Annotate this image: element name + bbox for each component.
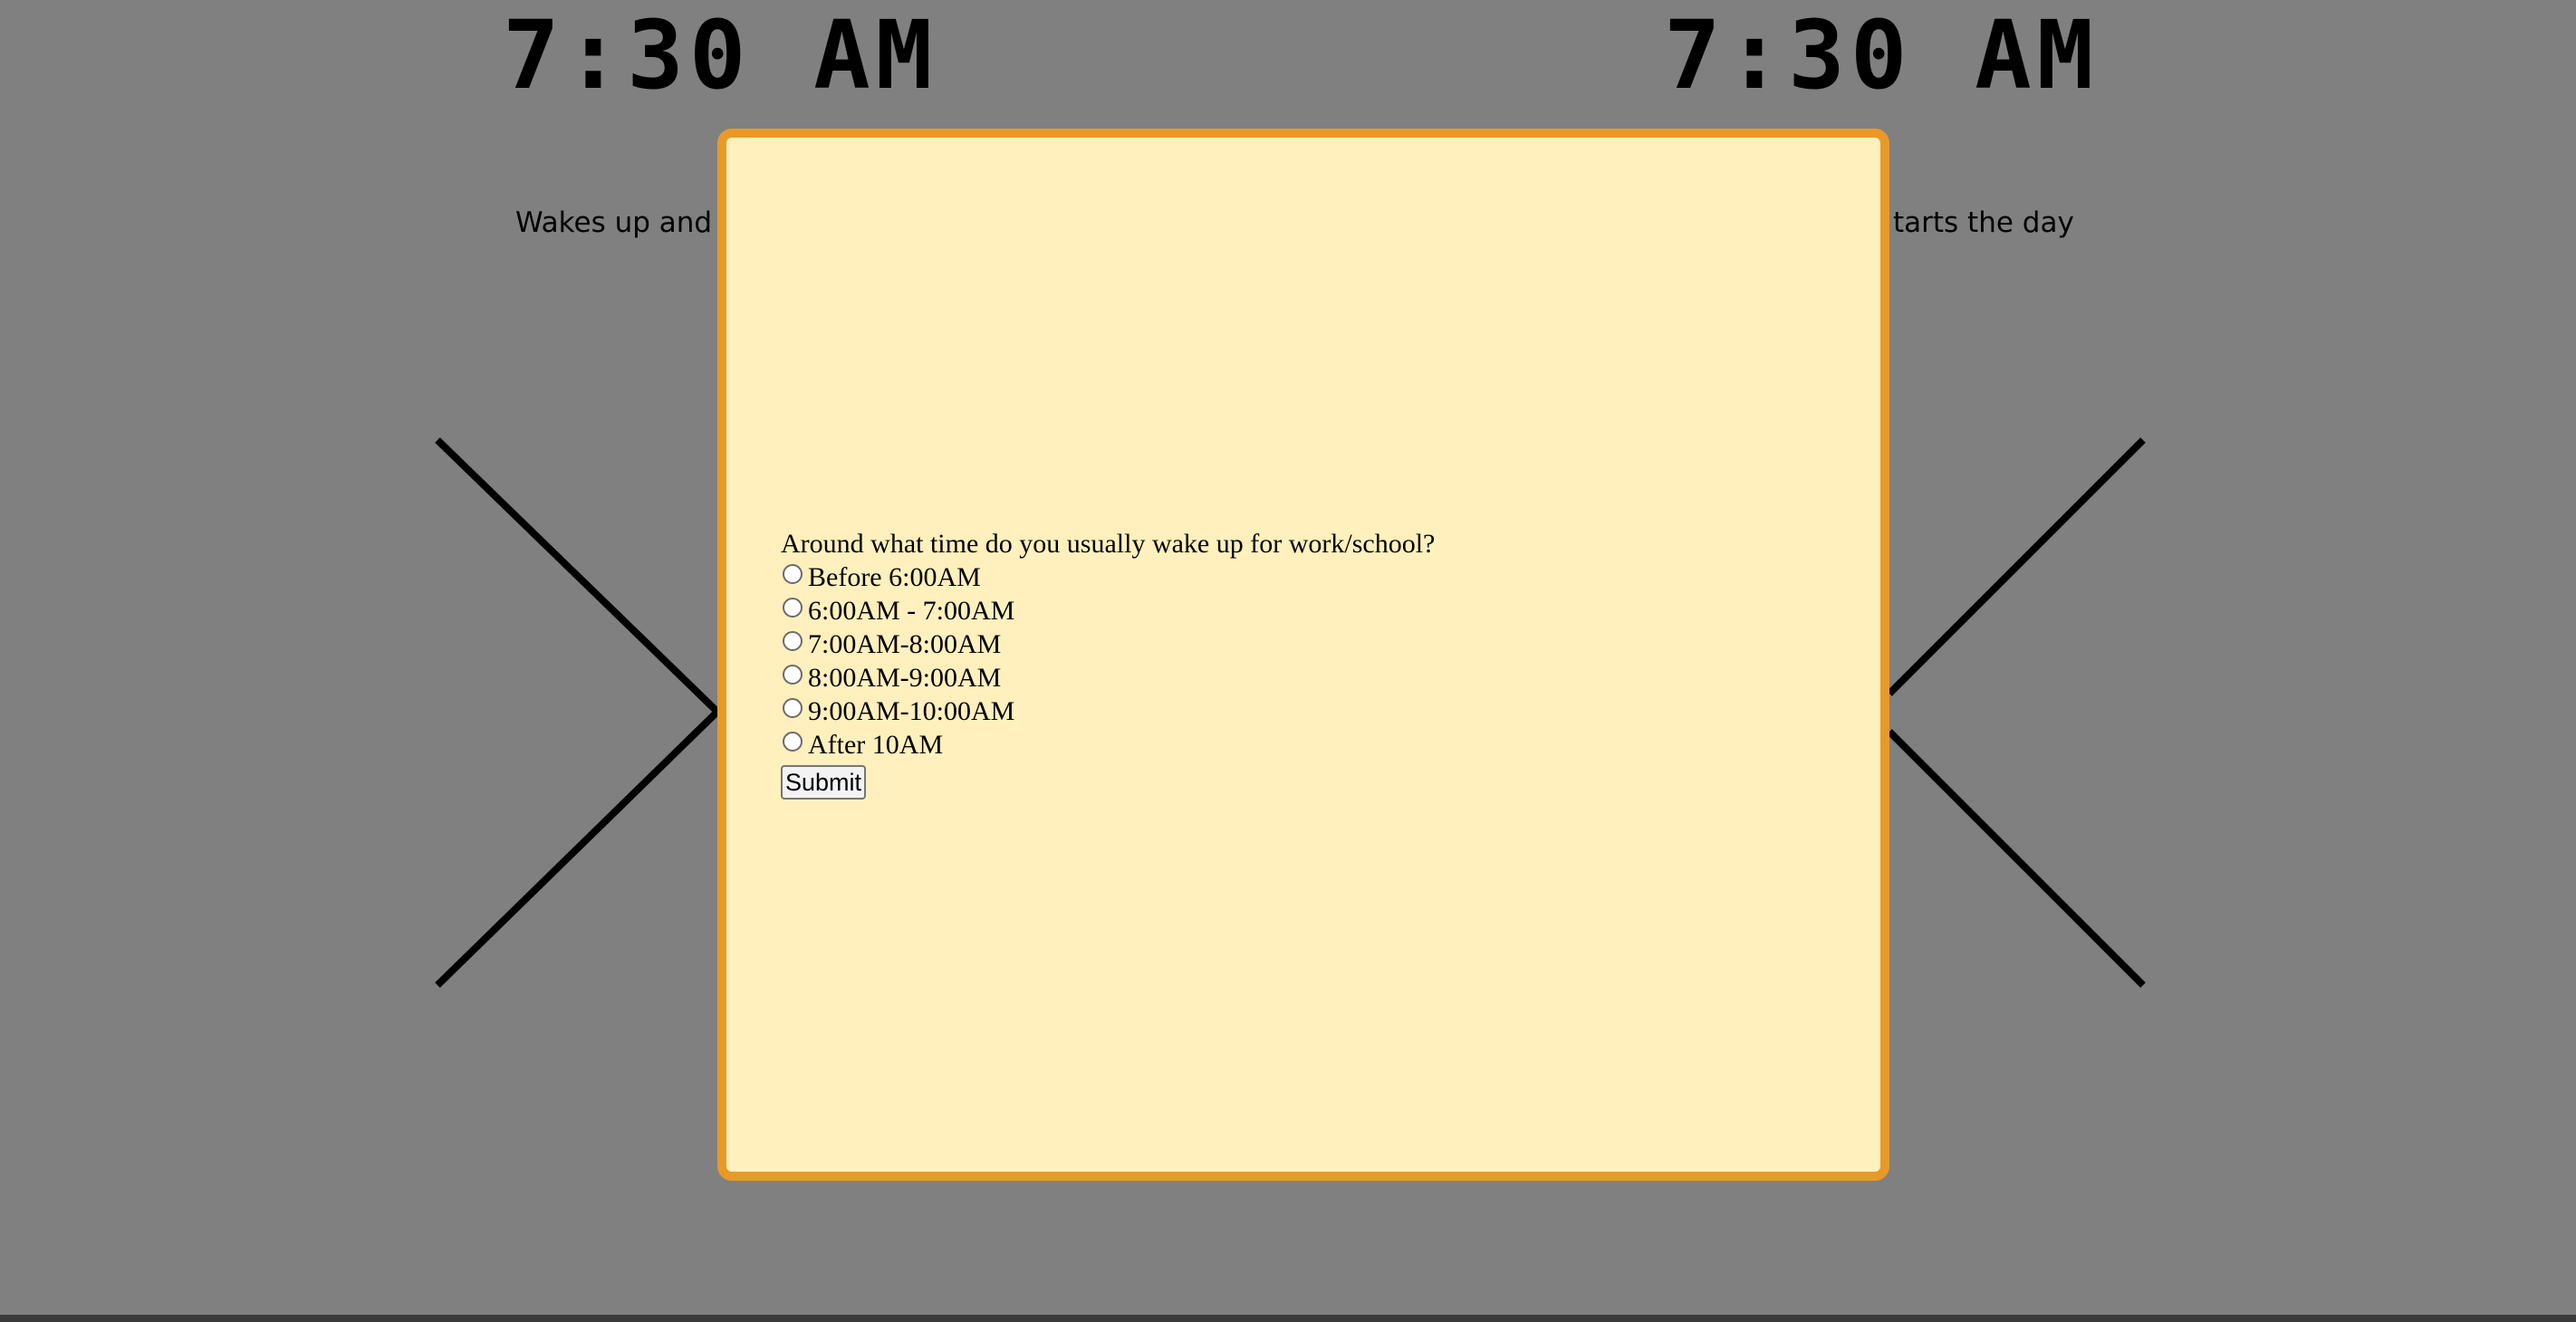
quiz-modal: Around what time do you usually wake up … xyxy=(717,129,1889,1181)
time-display-right: 7:30 AM xyxy=(1664,0,2100,110)
option-label: 9:00AM-10:00AM xyxy=(808,696,1015,726)
radio-button[interactable] xyxy=(783,630,803,651)
option-label: After 10AM xyxy=(808,730,944,760)
option-before-6am[interactable]: Before 6:00AM xyxy=(781,560,1435,594)
right-line-lower xyxy=(1887,729,2146,988)
option-9am-10am[interactable]: 9:00AM-10:00AM xyxy=(781,695,1435,728)
option-label: 7:00AM-8:00AM xyxy=(808,629,1002,659)
left-line-upper xyxy=(435,437,720,714)
time-display-left: 7:30 AM xyxy=(503,0,938,110)
radio-button[interactable] xyxy=(783,597,803,618)
bottom-edge xyxy=(0,1315,2576,1322)
radio-button[interactable] xyxy=(783,731,803,752)
radio-button[interactable] xyxy=(783,664,803,685)
option-after-10am[interactable]: After 10AM xyxy=(781,728,1435,762)
radio-button[interactable] xyxy=(783,563,803,584)
description-left: Wakes up and s xyxy=(515,206,736,239)
option-8am-9am[interactable]: 8:00AM-9:00AM xyxy=(781,661,1435,695)
right-line-upper xyxy=(1887,437,2146,696)
left-line-lower xyxy=(435,709,720,988)
description-right: tarts the day xyxy=(1893,206,2074,239)
option-label: 8:00AM-9:00AM xyxy=(808,663,1002,693)
option-label: Before 6:00AM xyxy=(808,562,981,592)
option-6am-7am[interactable]: 6:00AM - 7:00AM xyxy=(781,594,1435,627)
quiz-form: Around what time do you usually wake up … xyxy=(781,527,1435,800)
option-7am-8am[interactable]: 7:00AM-8:00AM xyxy=(781,627,1435,661)
radio-button[interactable] xyxy=(783,697,803,718)
option-label: 6:00AM - 7:00AM xyxy=(808,596,1015,626)
submit-button[interactable]: Submit xyxy=(781,765,867,800)
quiz-question: Around what time do you usually wake up … xyxy=(781,529,1436,559)
